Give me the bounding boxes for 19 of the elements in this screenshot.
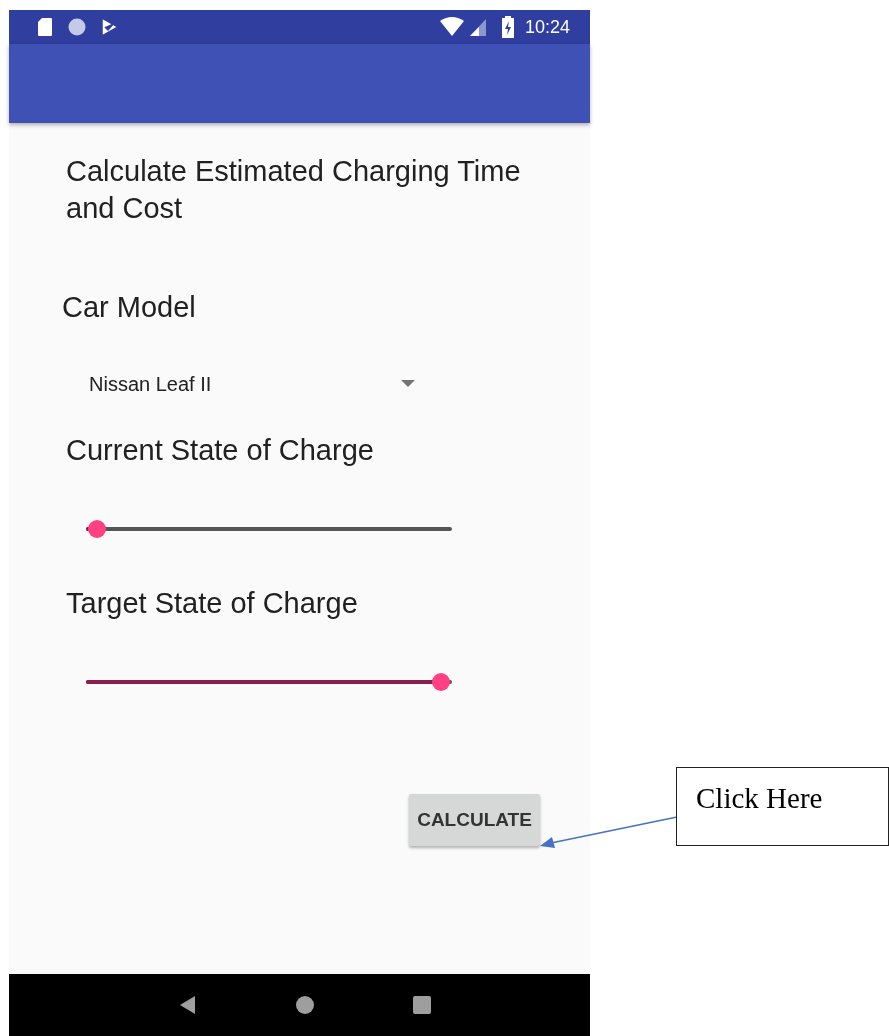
recents-icon[interactable] — [413, 996, 432, 1014]
caret-icon — [401, 380, 415, 388]
circle-icon — [67, 17, 87, 37]
field-label: Car Model — [62, 290, 196, 324]
slider-thumb[interactable] — [432, 673, 450, 691]
calculate-button[interactable]: CALCULATE — [409, 794, 540, 846]
sd-card-icon — [37, 17, 53, 37]
wifi-icon — [438, 17, 465, 37]
slider-thumb[interactable] — [87, 520, 106, 538]
battery-icon — [500, 16, 515, 38]
screen-title: Calculate Estimated Charging Time and Cost — [66, 154, 522, 226]
slider-label: Current State of Charge — [66, 433, 374, 467]
slider-label: Target State of Charge — [66, 586, 358, 620]
check-flag-icon — [101, 17, 119, 37]
car-model-dropdown[interactable]: Nissan Leaf II — [89, 369, 415, 399]
signal-icon — [468, 17, 487, 37]
callout-note: Click Here — [676, 767, 889, 846]
clock: 10:24 — [524, 16, 570, 38]
home-icon[interactable] — [295, 995, 316, 1015]
